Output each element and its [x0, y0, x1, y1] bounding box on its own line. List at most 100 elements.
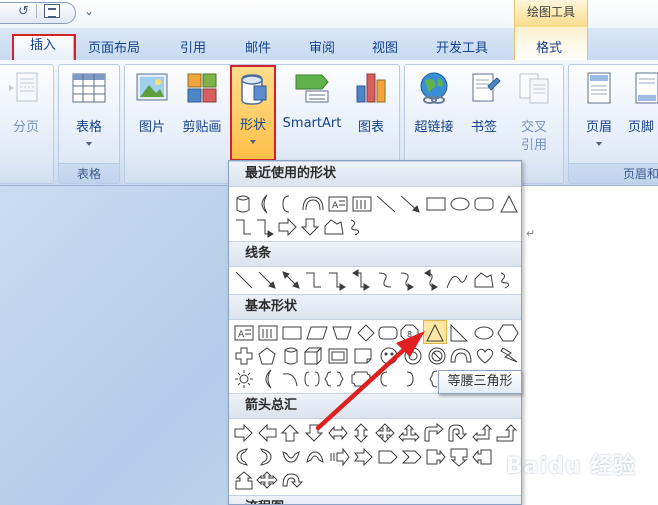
- notched-right-arrow-icon[interactable]: [354, 447, 373, 467]
- curved-arrow-connector-icon[interactable]: [400, 272, 414, 291]
- bent-arrow-icon[interactable]: [424, 422, 444, 442]
- cube-icon[interactable]: [303, 346, 323, 366]
- up-arrow-callout-icon[interactable]: [235, 471, 253, 490]
- can-icon[interactable]: [284, 347, 298, 365]
- tab-page-layout[interactable]: 页面布局: [88, 37, 140, 56]
- left-right-up-arrow-icon[interactable]: [398, 424, 420, 443]
- down-arrow-callout-icon[interactable]: [450, 448, 468, 467]
- diamond-icon[interactable]: [357, 324, 375, 342]
- chevron-icon[interactable]: [401, 450, 422, 464]
- scribble-icon[interactable]: [500, 272, 510, 289]
- right-arrow-icon[interactable]: [234, 423, 253, 443]
- oval-icon[interactable]: [474, 326, 494, 340]
- tab-format[interactable]: 格式: [536, 37, 562, 56]
- elbow-arrow-connector-icon[interactable]: [257, 219, 274, 238]
- elbow-connector-icon[interactable]: [236, 219, 251, 235]
- left-brace-icon[interactable]: [429, 370, 438, 388]
- down-arrow-icon[interactable]: [304, 424, 324, 442]
- striped-right-arrow-icon[interactable]: [330, 447, 350, 467]
- curved-connector-icon[interactable]: [378, 272, 392, 288]
- vertical-text-box-icon[interactable]: [352, 196, 372, 212]
- octagon-icon[interactable]: 8: [400, 324, 419, 342]
- rectangle-icon[interactable]: [426, 197, 446, 211]
- bent-up-arrow-icon[interactable]: [496, 424, 518, 442]
- curved-up-arrow-icon[interactable]: [282, 451, 300, 463]
- smiley-icon[interactable]: [380, 347, 398, 365]
- donut-icon[interactable]: [404, 347, 422, 365]
- left-right-arrow-icon[interactable]: [328, 425, 348, 441]
- right-arrow-icon[interactable]: [278, 217, 297, 237]
- footer-button[interactable]: 页脚: [628, 70, 658, 150]
- u-turn-arrow-icon[interactable]: [448, 424, 468, 442]
- block-arc-icon[interactable]: [450, 348, 472, 363]
- chart-button[interactable]: 图表: [350, 70, 392, 135]
- quad-arrow-callout-icon[interactable]: [256, 471, 278, 489]
- cross-icon[interactable]: [235, 347, 253, 365]
- folded-corner-icon[interactable]: [354, 348, 372, 364]
- isosceles-triangle-icon[interactable]: [426, 323, 444, 342]
- page-break-button[interactable]: 分页: [6, 70, 46, 135]
- customize-toolbar-icon[interactable]: ⌄: [84, 4, 94, 18]
- quad-arrow-icon[interactable]: [375, 423, 395, 443]
- tab-references[interactable]: 引用: [180, 37, 206, 56]
- circular-arrow-icon[interactable]: [282, 473, 304, 488]
- curved-right-arrow-icon[interactable]: [236, 448, 249, 466]
- freeform-icon[interactable]: [474, 272, 494, 288]
- up-arrow-icon[interactable]: [280, 424, 300, 442]
- tab-mailings[interactable]: 邮件: [245, 37, 271, 56]
- tab-insert[interactable]: 插入: [12, 34, 76, 64]
- vertical-text-box-icon[interactable]: [258, 325, 278, 341]
- up-down-arrow-icon[interactable]: [353, 423, 369, 443]
- tab-review[interactable]: 审阅: [309, 37, 335, 56]
- heart-icon[interactable]: [476, 348, 494, 364]
- line-icon[interactable]: [235, 271, 253, 289]
- smartart-button[interactable]: SmartArt: [280, 70, 344, 132]
- rectangle-icon[interactable]: [282, 326, 302, 340]
- moon-icon[interactable]: [265, 369, 272, 389]
- shapes-button[interactable]: 形状: [230, 70, 276, 158]
- sun-icon[interactable]: [235, 370, 253, 388]
- right-arrow-callout-icon[interactable]: [426, 449, 446, 465]
- double-bracket-icon[interactable]: [304, 371, 320, 387]
- arrow-line-icon[interactable]: [400, 195, 420, 213]
- no-symbol-icon[interactable]: [428, 347, 446, 365]
- right-triangle-icon[interactable]: [450, 323, 469, 342]
- curved-double-arrow-icon[interactable]: [424, 269, 438, 291]
- arc-icon[interactable]: [282, 373, 298, 387]
- double-arrow-line-icon[interactable]: [282, 271, 300, 289]
- curve-icon[interactable]: [446, 274, 468, 289]
- down-arrow-icon[interactable]: [300, 218, 320, 236]
- arrow-line-icon[interactable]: [258, 271, 276, 289]
- plaque-icon[interactable]: [351, 371, 371, 387]
- tab-view[interactable]: 视图: [372, 37, 398, 56]
- text-box-icon[interactable]: A: [234, 325, 254, 341]
- elbow-double-arrow-icon[interactable]: [352, 269, 370, 291]
- hyperlink-button[interactable]: 超链接: [410, 70, 458, 135]
- hexagon-icon[interactable]: [497, 324, 519, 342]
- trapezoid-icon[interactable]: [332, 326, 352, 340]
- rounded-rectangle-icon[interactable]: [378, 326, 398, 340]
- right-bracket-icon[interactable]: [406, 371, 414, 387]
- left-arrow-callout-icon[interactable]: [472, 449, 492, 465]
- left-up-arrow-icon[interactable]: [472, 424, 493, 443]
- double-brace-icon[interactable]: [324, 371, 344, 387]
- picture-button[interactable]: 图片: [132, 70, 172, 135]
- parallelogram-icon[interactable]: [306, 326, 328, 340]
- curved-left-arrow-icon[interactable]: [259, 448, 272, 466]
- freeform-icon[interactable]: [324, 219, 344, 235]
- rounded-rectangle-icon[interactable]: [474, 197, 494, 211]
- line-icon[interactable]: [376, 195, 396, 213]
- arc-icon[interactable]: [302, 196, 324, 211]
- bookmark-button[interactable]: 书签: [464, 70, 504, 135]
- curved-down-arrow-icon[interactable]: [306, 451, 324, 463]
- triangle-icon[interactable]: [500, 194, 518, 213]
- scribble-icon[interactable]: [350, 219, 360, 236]
- left-brace-icon[interactable]: [282, 195, 290, 213]
- print-layout-icon[interactable]: [44, 4, 60, 18]
- clipart-button[interactable]: 剪贴画: [178, 70, 226, 135]
- left-arrow-icon[interactable]: [258, 423, 277, 443]
- cross-reference-button[interactable]: 交叉 引用: [512, 70, 556, 153]
- left-bracket-icon[interactable]: [380, 371, 388, 387]
- table-button[interactable]: 表格: [66, 70, 112, 150]
- moon-icon[interactable]: [261, 194, 268, 214]
